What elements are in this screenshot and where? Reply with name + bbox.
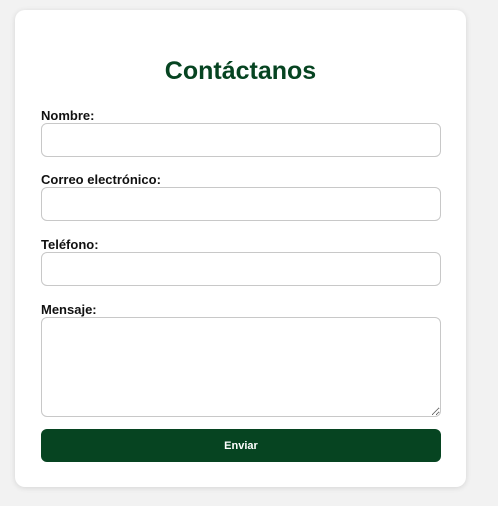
email-input[interactable] xyxy=(41,187,441,221)
submit-button[interactable]: Enviar xyxy=(41,429,441,462)
contact-form-card: Contáctanos Nombre: Correo electrónico: … xyxy=(15,10,466,487)
form-title: Contáctanos xyxy=(164,57,317,85)
phone-input[interactable] xyxy=(41,252,441,286)
phone-label: Teléfono: xyxy=(41,237,99,252)
message-textarea[interactable] xyxy=(41,317,441,417)
name-input[interactable] xyxy=(41,123,441,157)
message-label: Mensaje: xyxy=(41,302,97,317)
name-label: Nombre: xyxy=(41,108,95,123)
email-label: Correo electrónico: xyxy=(41,172,161,187)
